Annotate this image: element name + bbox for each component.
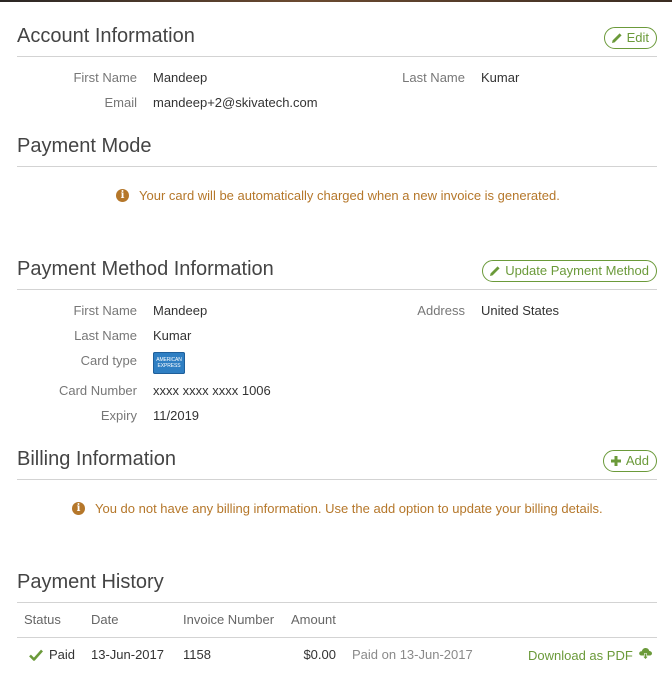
info-icon: i bbox=[72, 502, 85, 515]
download-pdf-link[interactable]: Download as PDF bbox=[528, 647, 653, 663]
pm-last-name-label: Last Name bbox=[74, 328, 137, 343]
table-header-divider bbox=[17, 637, 657, 638]
payment-history-section-title: Payment History bbox=[17, 571, 164, 593]
row-invoice-number: 1158 bbox=[183, 647, 211, 662]
pm-last-name-value: Kumar bbox=[153, 328, 192, 343]
payment-history-section-header: Payment History bbox=[17, 556, 657, 603]
update-payment-method-label: Update Payment Method bbox=[505, 263, 649, 278]
row-status: Paid bbox=[49, 647, 76, 662]
pencil-icon bbox=[489, 265, 501, 277]
pm-expiry-label: Expiry bbox=[100, 408, 137, 423]
billing-notice: i You do not have any billing informatio… bbox=[72, 501, 603, 516]
download-pdf-label: Download as PDF bbox=[528, 647, 633, 663]
account-last-name-label: Last Name bbox=[402, 70, 465, 85]
payment-mode-section-header: Payment Mode bbox=[17, 120, 657, 167]
column-header-amount: Amount bbox=[291, 612, 336, 627]
row-date: 13-Jun-2017 bbox=[91, 647, 164, 662]
pm-address-label: Address bbox=[417, 303, 465, 318]
amex-logo-line2: EXPRESS bbox=[157, 363, 181, 369]
payment-method-section-title: Payment Method Information bbox=[17, 258, 274, 280]
pm-first-name-value: Mandeep bbox=[153, 303, 208, 318]
top-strip bbox=[0, 0, 672, 2]
account-section-title: Account Information bbox=[17, 25, 195, 47]
billing-section-header: Billing Information Add bbox=[17, 433, 657, 480]
pm-expiry-value: 11/2019 bbox=[153, 408, 200, 423]
billing-notice-text: You do not have any billing information.… bbox=[95, 501, 603, 516]
row-paid-on: Paid on 13-Jun-2017 bbox=[352, 647, 473, 662]
account-section-header: Account Information Edit bbox=[17, 10, 657, 57]
column-header-status: Status bbox=[24, 612, 61, 627]
account-email-value: mandeep+2@skivatech.com bbox=[153, 95, 318, 110]
account-email-label: Email bbox=[104, 95, 137, 110]
payment-method-section-header: Payment Method Information Update Paymen… bbox=[17, 243, 657, 290]
billing-section-title: Billing Information bbox=[17, 448, 176, 470]
row-amount: $0.00 bbox=[303, 647, 336, 662]
account-last-name-value: Kumar bbox=[481, 70, 520, 85]
payment-mode-notice: i Your card will be automatically charge… bbox=[116, 188, 560, 203]
account-first-name-label: First Name bbox=[73, 70, 137, 85]
checkmark-icon bbox=[29, 648, 43, 666]
pm-address-value: United States bbox=[481, 303, 560, 318]
pm-card-number-value: xxxx xxxx xxxx 1006 bbox=[153, 383, 271, 398]
add-billing-label: Add bbox=[625, 453, 649, 468]
edit-button-label: Edit bbox=[626, 30, 649, 45]
column-header-invoice-number: Invoice Number bbox=[183, 612, 275, 627]
plus-icon bbox=[610, 455, 622, 467]
pencil-icon bbox=[611, 32, 623, 44]
payment-mode-section-title: Payment Mode bbox=[17, 135, 152, 157]
pm-first-name-label: First Name bbox=[73, 303, 137, 318]
account-first-name-value: Mandeep bbox=[153, 70, 208, 85]
info-icon: i bbox=[116, 189, 129, 202]
add-billing-button[interactable]: Add bbox=[602, 450, 657, 472]
amex-card-logo: AMERICAN EXPRESS bbox=[153, 352, 185, 374]
cloud-download-icon bbox=[638, 647, 653, 663]
payment-mode-notice-text: Your card will be automatically charged … bbox=[139, 188, 560, 203]
pm-card-number-label: Card Number bbox=[58, 383, 137, 398]
edit-button[interactable]: Edit bbox=[603, 27, 657, 49]
pm-card-type-label: Card type bbox=[80, 353, 137, 368]
update-payment-method-button[interactable]: Update Payment Method bbox=[482, 260, 657, 282]
column-header-date: Date bbox=[91, 612, 119, 627]
